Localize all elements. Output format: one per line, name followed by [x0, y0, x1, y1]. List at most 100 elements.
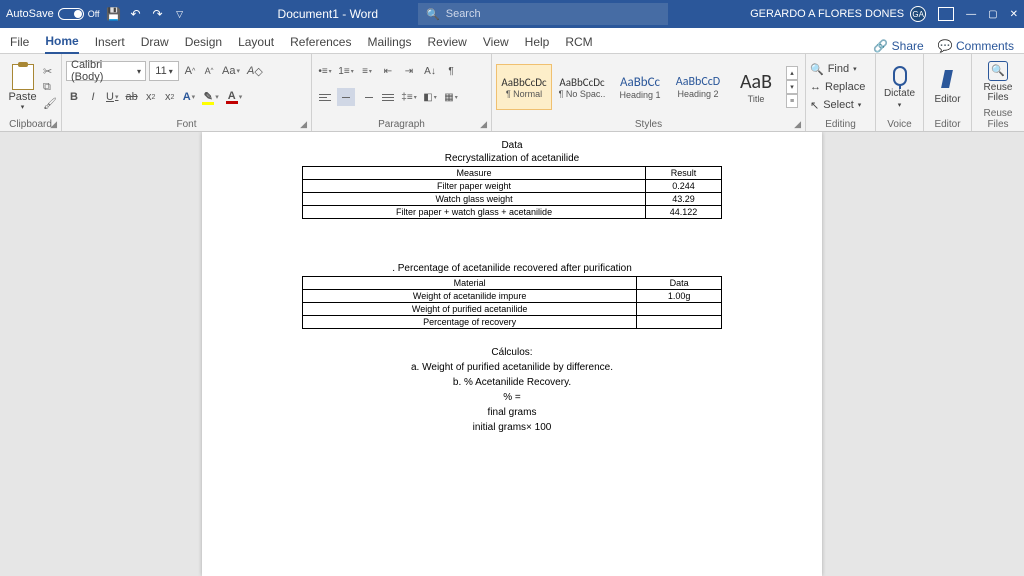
increase-indent-icon[interactable]: ⇥ — [400, 62, 418, 80]
font-name-select[interactable]: Calibri (Body)▾ — [66, 61, 146, 81]
style-title[interactable]: AaBTitle — [728, 64, 784, 110]
close-icon[interactable]: ✕ — [1010, 9, 1018, 20]
t1-r2c0: Filter paper + watch glass + acetanilide — [303, 206, 646, 219]
replace-button[interactable]: ↔Replace — [810, 79, 865, 95]
paste-button[interactable]: Paste ▾ — [4, 59, 41, 115]
align-center-icon[interactable] — [337, 88, 355, 106]
styles-up-icon[interactable]: ▴ — [786, 66, 798, 80]
clipboard-group-label: Clipboard — [9, 119, 52, 130]
text-effects-icon[interactable]: A — [181, 87, 197, 107]
numbering-icon[interactable]: 1≡ — [337, 62, 355, 80]
t2-h0: Material — [303, 277, 637, 290]
document-area[interactable]: Data Recrystallization of acetanilide Me… — [0, 132, 1024, 576]
underline-button[interactable]: U — [104, 87, 120, 107]
title-bar: AutoSave Off 💾 ↶ ↷ ▽ Document1 - Word 🔍 … — [0, 0, 1024, 28]
tab-references[interactable]: References — [290, 31, 351, 53]
minimize-icon[interactable]: — — [966, 9, 976, 20]
font-size-select[interactable]: 11▾ — [149, 61, 179, 81]
cut-icon[interactable]: ✂ — [43, 65, 57, 78]
t1-h0: Measure — [303, 167, 646, 180]
copy-icon[interactable]: ⧉ — [43, 81, 57, 94]
decrease-indent-icon[interactable]: ⇤ — [379, 62, 397, 80]
comments-button[interactable]: 💬 Comments — [938, 39, 1014, 53]
tab-insert[interactable]: Insert — [95, 31, 125, 53]
styles-down-icon[interactable]: ▾ — [786, 80, 798, 94]
font-color-icon[interactable]: A — [224, 87, 245, 107]
save-icon[interactable]: 💾 — [106, 6, 122, 22]
styles-scroll[interactable]: ▴ ▾ ≡ — [786, 66, 798, 108]
search-box[interactable]: 🔍 Search — [418, 3, 668, 25]
style-heading2[interactable]: AaBbCcDHeading 2 — [670, 64, 726, 110]
share-button[interactable]: 🔗 Share — [873, 39, 923, 53]
tab-help[interactable]: Help — [525, 31, 550, 53]
style-heading1[interactable]: AaBbCcHeading 1 — [612, 64, 668, 110]
grow-font-icon[interactable]: A^ — [182, 61, 198, 81]
shading-icon[interactable]: ◧ — [421, 88, 439, 106]
style-nospac[interactable]: AaBbCcDc¶ No Spac.. — [554, 64, 610, 110]
tab-draw[interactable]: Draw — [141, 31, 169, 53]
clipboard-launcher-icon[interactable]: ◢ — [50, 119, 57, 130]
highlight-icon[interactable]: ✎ — [200, 87, 221, 107]
styles-more-icon[interactable]: ≡ — [786, 94, 798, 108]
tab-home[interactable]: Home — [45, 30, 78, 54]
styles-launcher-icon[interactable]: ◢ — [794, 119, 801, 130]
superscript-button[interactable]: x2 — [162, 87, 178, 107]
shrink-font-icon[interactable]: A^ — [201, 61, 217, 81]
bullets-icon[interactable]: •≡ — [316, 62, 334, 80]
borders-icon[interactable]: ▦ — [442, 88, 460, 106]
bold-button[interactable]: B — [66, 87, 82, 107]
undo-icon[interactable]: ↶ — [128, 6, 144, 22]
tab-file[interactable]: File — [10, 31, 29, 53]
tab-rcm[interactable]: RCM — [565, 31, 592, 53]
ribbon: Paste ▾ ✂ ⧉ 🖌 Clipboard◢ Calibri (Body)▾… — [0, 54, 1024, 132]
reuse-group-label: Reuse Files — [976, 107, 1020, 131]
paste-icon — [12, 64, 34, 90]
customize-qat-icon[interactable]: ▽ — [172, 6, 188, 22]
paste-label: Paste — [8, 91, 36, 103]
maximize-icon[interactable]: ▢ — [988, 9, 997, 20]
reuse-files-button[interactable]: 🔍 Reuse Files — [976, 61, 1020, 103]
search-placeholder: Search — [446, 8, 481, 20]
subscript-button[interactable]: x2 — [143, 87, 159, 107]
page[interactable]: Data Recrystallization of acetanilide Me… — [202, 132, 822, 576]
paragraph-launcher-icon[interactable]: ◢ — [480, 119, 487, 130]
multilevel-icon[interactable]: ≡ — [358, 62, 376, 80]
paragraph-group-label: Paragraph — [378, 119, 425, 130]
style-normal[interactable]: AaBbCcDc¶ Normal — [496, 64, 552, 110]
dictate-button[interactable]: Dictate▾ — [880, 66, 919, 109]
align-right-icon[interactable] — [358, 88, 376, 106]
font-launcher-icon[interactable]: ◢ — [300, 119, 307, 130]
tab-review[interactable]: Review — [428, 31, 467, 53]
select-button[interactable]: ↖Select▾ — [810, 97, 865, 113]
tab-view[interactable]: View — [483, 31, 509, 53]
group-paragraph: •≡ 1≡ ≡ ⇤ ⇥ A↓ ¶ ‡≡ ◧ ▦ Paragraph ◢ — [312, 54, 492, 131]
t1-r0c0: Filter paper weight — [303, 180, 646, 193]
tab-layout[interactable]: Layout — [238, 31, 274, 53]
find-button[interactable]: 🔍Find▾ — [810, 61, 865, 77]
line-spacing-icon[interactable]: ‡≡ — [400, 88, 418, 106]
format-painter-icon[interactable]: 🖌 — [43, 97, 57, 110]
account-area[interactable]: GERARDO A FLORES DONES GA — [750, 6, 926, 22]
strikethrough-button[interactable]: ab — [123, 87, 139, 107]
ribbon-display-icon[interactable] — [938, 7, 954, 21]
autosave-toggle[interactable]: AutoSave Off — [6, 8, 100, 20]
show-marks-icon[interactable]: ¶ — [442, 62, 460, 80]
clear-format-icon[interactable]: A◇ — [245, 61, 265, 81]
editor-group-label: Editor — [928, 118, 967, 131]
change-case-icon[interactable]: Aa — [220, 61, 242, 81]
document-title: Document1 - Word — [278, 7, 378, 21]
tab-mailings[interactable]: Mailings — [367, 31, 411, 53]
tab-design[interactable]: Design — [185, 31, 222, 53]
align-left-icon[interactable] — [316, 88, 334, 106]
group-editor: Editor Editor — [924, 54, 972, 131]
t1-r1c0: Watch glass weight — [303, 193, 646, 206]
group-font: Calibri (Body)▾ 11▾ A^ A^ Aa A◇ B I U ab… — [62, 54, 312, 131]
sort-icon[interactable]: A↓ — [421, 62, 439, 80]
redo-icon[interactable]: ↷ — [150, 6, 166, 22]
table-percentage: MaterialData Weight of acetanilide impur… — [302, 276, 722, 329]
justify-icon[interactable] — [379, 88, 397, 106]
styles-gallery[interactable]: AaBbCcDc¶ NormalAaBbCcDc¶ No Spac..AaBbC… — [496, 64, 784, 110]
editor-button[interactable]: Editor — [928, 70, 967, 105]
italic-button[interactable]: I — [85, 87, 101, 107]
autosave-state: Off — [88, 9, 100, 19]
